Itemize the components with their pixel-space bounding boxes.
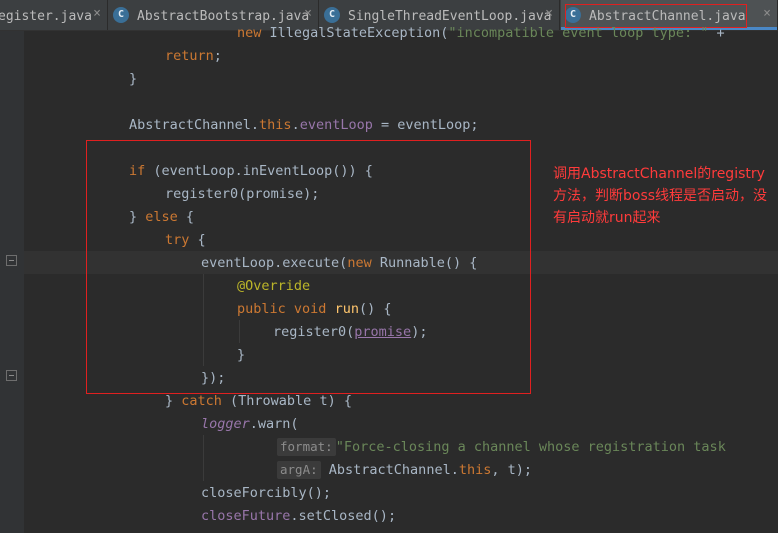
- keyword: catch: [181, 393, 222, 409]
- code-text: AbstractChannel.: [129, 117, 260, 133]
- code-line: new IllegalStateException("incompatible …: [237, 22, 725, 45]
- code-text: .setClosed();: [290, 508, 397, 524]
- code-line: format: "Force-closing a channel whose re…: [277, 436, 726, 459]
- close-icon[interactable]: ×: [763, 6, 771, 21]
- code-text: +: [708, 25, 725, 41]
- string-literal: "Force-closing a channel whose registrat…: [335, 439, 726, 455]
- code-text: AbstractChannel.: [328, 462, 459, 478]
- code-line: argA: AbstractChannel.this, t);: [277, 459, 532, 482]
- code-text: .warn(: [249, 416, 299, 432]
- code-text: IllegalStateException(: [261, 25, 449, 41]
- code-highlight-box: [86, 140, 531, 394]
- code-line: AbstractChannel.this.eventLoop = eventLo…: [129, 114, 479, 137]
- indent-guide: [203, 435, 204, 481]
- code-text: .: [291, 117, 300, 133]
- tab-label: egister.java: [0, 9, 92, 24]
- code-line: closeFuture.setClosed();: [201, 505, 396, 528]
- static-field: logger: [201, 416, 250, 432]
- keyword: this: [458, 462, 492, 478]
- java-class-icon: C: [324, 7, 340, 23]
- string-literal: "incompatible event loop type: ": [448, 25, 709, 41]
- code-line: }: [129, 68, 137, 91]
- code-line: logger.warn(: [201, 413, 299, 436]
- close-icon[interactable]: ×: [304, 6, 312, 21]
- code-text: (Throwable t) {: [221, 393, 352, 409]
- code-text: ;: [213, 48, 222, 64]
- editor-gutter: [0, 31, 24, 533]
- keyword: this: [259, 117, 292, 133]
- keyword: new: [237, 25, 262, 41]
- code-text: , t);: [491, 462, 532, 478]
- field-name: closeFuture: [201, 508, 291, 524]
- annotation-note: 调用AbstractChannel的registry方法，判断boss线程是否启…: [553, 166, 768, 226]
- fold-collapse-icon[interactable]: [6, 370, 17, 381]
- keyword: return: [165, 48, 214, 64]
- parameter-hint: format:: [277, 438, 336, 456]
- code-line: closeForcibly();: [201, 482, 331, 505]
- close-icon[interactable]: ×: [545, 6, 553, 21]
- code-text: }: [129, 71, 138, 87]
- tab-register[interactable]: egister.java ×: [0, 0, 108, 30]
- parameter-hint: argA:: [277, 461, 321, 479]
- close-icon[interactable]: ×: [93, 6, 101, 21]
- code-line: return;: [165, 45, 222, 68]
- code-text: }: [165, 393, 182, 409]
- code-text: closeForcibly();: [201, 485, 332, 501]
- java-class-icon: C: [113, 7, 129, 23]
- fold-collapse-icon[interactable]: [6, 255, 17, 266]
- field-name: eventLoop: [299, 117, 373, 133]
- code-text: = eventLoop;: [372, 117, 479, 133]
